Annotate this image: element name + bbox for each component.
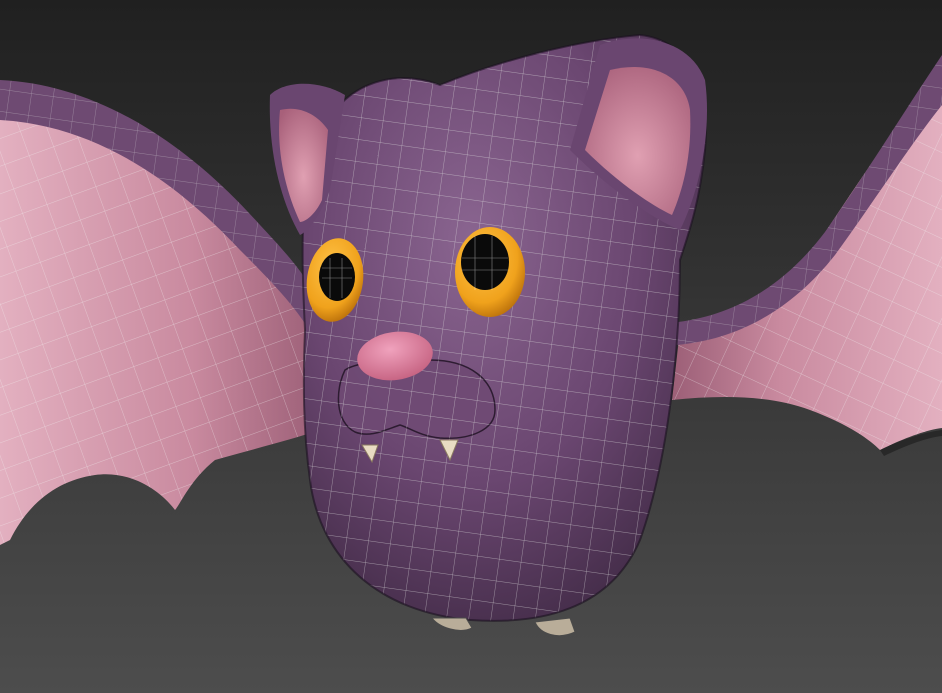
viewport-render (0, 0, 942, 693)
right-eye[interactable] (455, 227, 525, 317)
3d-viewport[interactable] (0, 0, 942, 693)
